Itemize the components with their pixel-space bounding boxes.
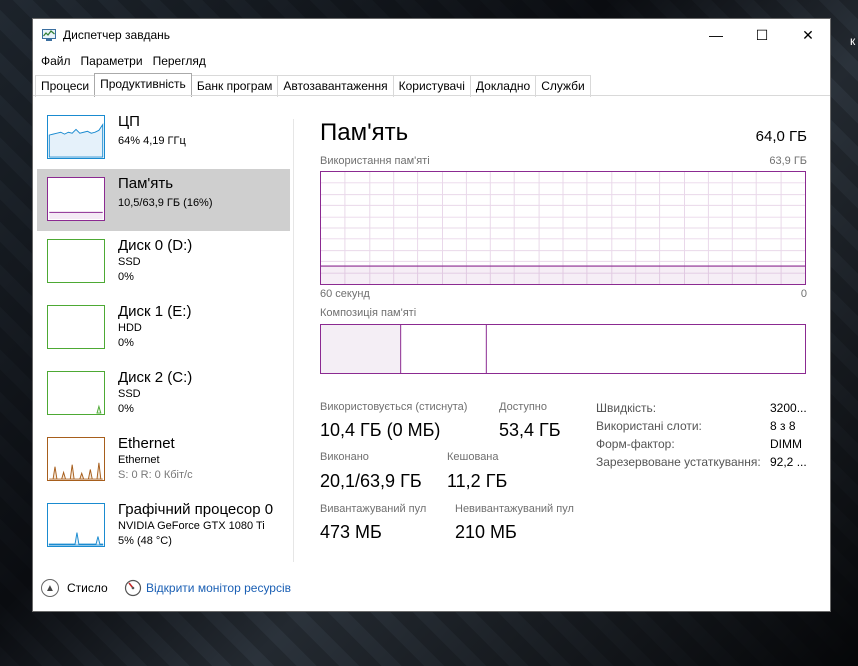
- disk0-thumbnail-graph: [47, 239, 105, 283]
- speed-value: 3200...: [770, 401, 807, 415]
- tab-performance[interactable]: Продуктивність: [94, 73, 192, 97]
- sidebar-item-disk-0[interactable]: Диск 0 (D:) SSD 0%: [37, 231, 290, 293]
- usage-graph-label: Використання пам'яті: [320, 155, 430, 167]
- task-manager-window: Диспетчер завдань — ☐ ✕ Файл Параметри П…: [32, 18, 831, 612]
- sidebar-item-detail: 0%: [118, 403, 134, 415]
- available-label: Доступно: [499, 401, 548, 413]
- sidebar-item-detail: 64% 4,19 ГГц: [118, 135, 186, 147]
- tab-users[interactable]: Користувачі: [392, 75, 471, 97]
- cpu-thumbnail-graph: [47, 115, 105, 159]
- total-memory: 64,0 ГБ: [755, 128, 807, 145]
- footer-bar: ▲ Стисло Відкрити монітор ресурсів: [33, 574, 830, 604]
- in-use-label: Використовується (стиснута): [320, 401, 468, 413]
- sidebar-item-label: Диск 1 (E:): [118, 303, 192, 320]
- sidebar-item-memory[interactable]: Пам'ять 10,5/63,9 ГБ (16%): [37, 169, 290, 231]
- sidebar-item-label: Пам'ять: [118, 175, 174, 192]
- sidebar-item-detail: 0%: [118, 271, 134, 283]
- tab-processes[interactable]: Процеси: [35, 75, 96, 97]
- sidebar-item-label: Диск 2 (C:): [118, 369, 193, 386]
- menu-file[interactable]: Файл: [33, 52, 71, 72]
- close-button[interactable]: ✕: [785, 19, 831, 51]
- usage-fill-area: [321, 266, 805, 284]
- paged-pool-label: Вивантажуваний пул: [320, 503, 427, 515]
- graph-time-right: 0: [800, 288, 807, 300]
- window-title: Диспетчер завдань: [63, 28, 171, 42]
- available-value: 53,4 ГБ: [499, 420, 561, 440]
- sidebar-item-type: NVIDIA GeForce GTX 1080 Ti: [118, 520, 265, 532]
- paged-pool-value: 473 МБ: [320, 522, 382, 542]
- sidebar-item-detail: S: 0 R: 0 Кбіт/с: [118, 469, 193, 481]
- cached-value: 11,2 ГБ: [447, 471, 508, 491]
- graph-time-left: 60 секунд: [320, 288, 370, 300]
- ethernet-thumbnail-graph: [47, 437, 105, 481]
- cached-label: Кешована: [447, 451, 499, 463]
- reserved-value: 92,2 ...: [770, 455, 807, 469]
- menu-bar: Файл Параметри Перегляд: [33, 52, 208, 72]
- page-title: Пам'ять: [320, 119, 409, 146]
- tab-divider: [33, 95, 830, 96]
- sidebar-item-label: ЦП: [118, 113, 140, 130]
- sidebar-item-type: Ethernet: [118, 454, 160, 466]
- tab-details[interactable]: Докладно: [469, 75, 537, 97]
- tab-strip: Процеси Продуктивність Банк програм Авто…: [35, 73, 591, 97]
- sidebar-item-detail: 0%: [118, 337, 134, 349]
- sidebar-item-label: Графічний процесор 0: [118, 501, 274, 518]
- sidebar-item-label: Диск 0 (D:): [118, 237, 193, 254]
- memory-composition-bar: [320, 324, 806, 374]
- committed-value: 20,1/63,9 ГБ: [320, 471, 422, 491]
- form-factor-value: DIMM: [770, 437, 802, 451]
- fewer-details-link[interactable]: Стисло: [67, 581, 108, 595]
- gpu-thumbnail-graph: [47, 503, 105, 547]
- panel-divider: [293, 119, 294, 562]
- slots-value: 8 з 8: [770, 419, 796, 433]
- sidebar-item-gpu[interactable]: Графічний процесор 0 NVIDIA GeForce GTX …: [37, 495, 290, 557]
- sidebar-item-detail: 5% (48 °C): [118, 535, 172, 547]
- tab-app-history[interactable]: Банк програм: [190, 75, 279, 97]
- task-manager-icon: [42, 29, 56, 41]
- menu-view[interactable]: Перегляд: [145, 52, 206, 72]
- committed-label: Виконано: [320, 451, 369, 463]
- minimize-button[interactable]: —: [693, 19, 739, 51]
- title-bar[interactable]: Диспетчер завдань — ☐ ✕: [33, 19, 830, 51]
- memory-usage-graph: [320, 171, 806, 285]
- sidebar-item-detail: 10,5/63,9 ГБ (16%): [118, 197, 213, 209]
- menu-options[interactable]: Параметри: [73, 52, 143, 72]
- disk2-thumbnail-graph: [47, 371, 105, 415]
- sidebar-item-type: HDD: [118, 322, 142, 334]
- maximize-button[interactable]: ☐: [739, 19, 785, 51]
- nonpaged-pool-label: Невивантажуваний пул: [455, 503, 574, 515]
- sidebar-item-type: SSD: [118, 388, 141, 400]
- tab-startup[interactable]: Автозавантаження: [277, 75, 394, 97]
- sidebar-item-label: Ethernet: [118, 435, 175, 452]
- tab-services[interactable]: Служби: [535, 75, 591, 97]
- sidebar-item-cpu[interactable]: ЦП 64% 4,19 ГГц: [37, 107, 290, 169]
- sidebar-item-disk-1[interactable]: Диск 1 (E:) HDD 0%: [37, 297, 290, 359]
- desktop-text: к: [850, 34, 856, 48]
- resource-monitor-icon[interactable]: [124, 579, 142, 597]
- form-factor-label: Форм-фактор:: [596, 437, 675, 451]
- disk1-thumbnail-graph: [47, 305, 105, 349]
- composition-label: Композиція пам'яті: [320, 307, 417, 319]
- sidebar-item-disk-2[interactable]: Диск 2 (C:) SSD 0%: [37, 363, 290, 425]
- in-use-value: 10,4 ГБ (0 МБ): [320, 420, 441, 440]
- open-resource-monitor-link[interactable]: Відкрити монітор ресурсів: [146, 581, 291, 595]
- slots-label: Використані слоти:: [596, 419, 702, 433]
- sidebar-item-type: SSD: [118, 256, 141, 268]
- usage-graph-max: 63,9 ГБ: [769, 155, 807, 167]
- speed-label: Швидкість:: [596, 401, 657, 415]
- sidebar-item-ethernet[interactable]: Ethernet Ethernet S: 0 R: 0 Кбіт/с: [37, 429, 290, 491]
- reserved-label: Зарезервоване устаткування:: [596, 455, 761, 469]
- nonpaged-pool-value: 210 МБ: [455, 522, 517, 542]
- composition-in-use: [321, 325, 401, 373]
- chevron-up-icon[interactable]: ▲: [41, 579, 59, 597]
- memory-thumbnail-graph: [47, 177, 105, 221]
